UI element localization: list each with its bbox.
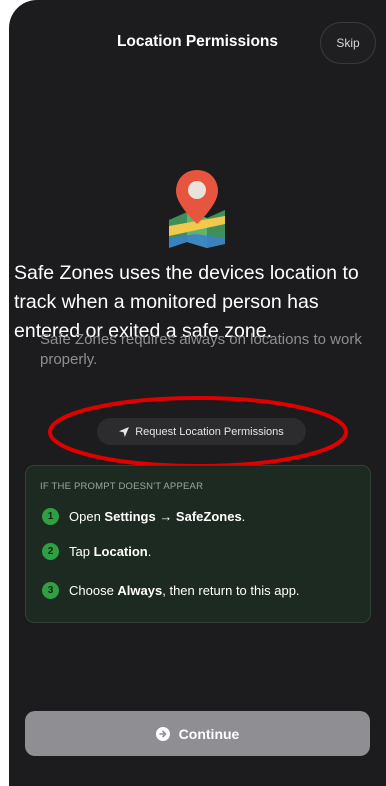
skip-button[interactable]: Skip: [320, 22, 376, 64]
subtext: Safe Zones requires always on locations …: [40, 331, 362, 368]
help-card-heading: IF THE PROMPT DOESN'T APPEAR: [40, 481, 204, 492]
step-number-badge: 3: [42, 582, 59, 599]
step-number-badge: 2: [42, 543, 59, 560]
continue-label: Continue: [178, 725, 240, 742]
step-number-badge: 1: [42, 508, 59, 525]
map-pin-icon: [169, 170, 225, 248]
arrow-right-circle-icon: [155, 726, 170, 741]
step-text: Tap Location.: [69, 544, 152, 559]
list-item: 2 Tap Location.: [42, 543, 151, 560]
step-text: Choose Always, then return to this app.: [69, 583, 300, 598]
location-arrow-icon: [119, 426, 130, 437]
step-text: Open Settings → SafeZones.: [69, 509, 246, 524]
fallback-instructions-card: IF THE PROMPT DOESN'T APPEAR 1 Open Sett…: [25, 465, 371, 623]
list-item: 1 Open Settings → SafeZones.: [42, 508, 245, 525]
request-location-permissions-button[interactable]: Request Location Permissions: [97, 418, 306, 445]
continue-button[interactable]: Continue: [25, 711, 370, 756]
list-item: 3 Choose Always, then return to this app…: [42, 582, 300, 599]
request-button-label: Request Location Permissions: [135, 425, 284, 438]
location-permissions-screen: Location Permissions Skip Safe Zones use…: [9, 0, 386, 786]
